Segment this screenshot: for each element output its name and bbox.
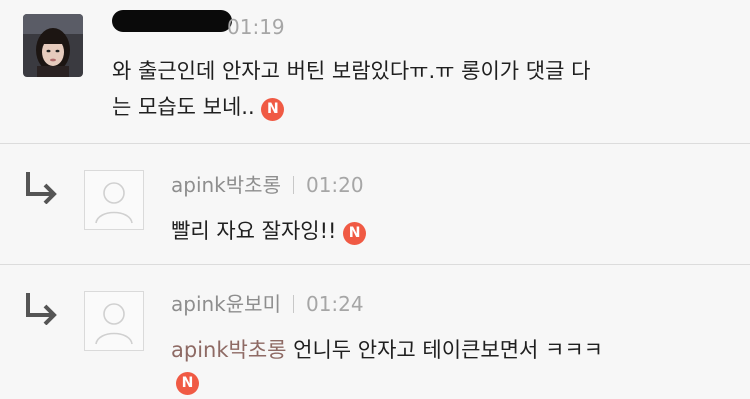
comment-author[interactable]: apink박초롱 [171, 173, 281, 197]
new-badge: N [261, 98, 285, 121]
comment-text: 와 출근인데 안자고 버틴 보람있다ㅠ.ㅠ 롱이가 댓글 다 는 모습도 보네.… [112, 53, 590, 125]
reply-item: apink윤보미 01:24 apink박초롱 언니두 안자고 테이큰보면서 ㅋㅋ… [0, 265, 750, 399]
avatar[interactable] [84, 291, 144, 351]
reply-item: apink박초롱 01:20 빨리 자요 잘자잉!! N [0, 144, 750, 264]
avatar[interactable] [23, 14, 83, 77]
comment-author[interactable]: apink윤보미 [171, 292, 281, 316]
comment-body: 언니두 안자고 테이큰보면서 ㅋㅋㅋ [293, 338, 603, 362]
comment-meta: apink박초롱 01:20 [171, 172, 364, 198]
comment-meta: apink윤보미 01:24 [171, 291, 364, 317]
comment-body: 빨리 자요 잘자잉!! [171, 219, 337, 243]
comment-text-line: 는 모습도 보네.. [112, 95, 255, 119]
reply-arrow-icon [26, 293, 57, 325]
comment-text: apink박초롱 언니두 안자고 테이큰보면서 ㅋㅋㅋ [171, 332, 603, 368]
comment-time: 01:20 [305, 173, 364, 197]
comment-item: 01:19 와 출근인데 안자고 버틴 보람있다ㅠ.ㅠ 롱이가 댓글 다 는 모… [0, 0, 750, 143]
comment-time: 01:19 [227, 15, 285, 39]
comment-meta: 01:19 [227, 14, 285, 40]
mention-link[interactable]: apink박초롱 [171, 338, 286, 362]
comment-text: 빨리 자요 잘자잉!! N [171, 213, 367, 249]
default-user-icon [95, 303, 133, 345]
comment-text-line: 와 출근인데 안자고 버틴 보람있다ㅠ.ㅠ 롱이가 댓글 다 [112, 59, 591, 83]
meta-separator [292, 176, 294, 194]
avatar[interactable] [84, 170, 144, 230]
new-badge: N [176, 372, 199, 395]
redacted-author [112, 10, 232, 32]
default-user-icon [95, 182, 133, 224]
meta-separator [292, 295, 294, 313]
comment-time: 01:24 [305, 292, 364, 316]
new-badge: N [343, 222, 367, 245]
reply-arrow-icon [26, 172, 57, 204]
